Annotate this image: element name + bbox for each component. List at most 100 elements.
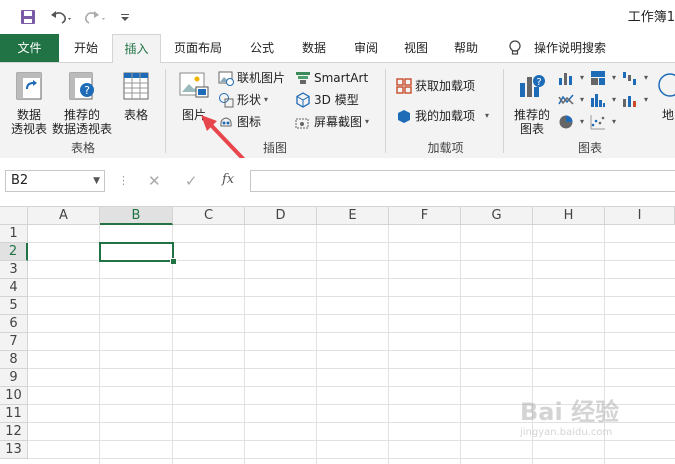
row-header[interactable]: 2 xyxy=(0,243,28,261)
column-header[interactable]: C xyxy=(173,207,245,225)
globe-icon xyxy=(656,71,675,104)
column-header[interactable]: E xyxy=(317,207,389,225)
gridline xyxy=(28,350,675,351)
table-label: 表格 xyxy=(123,108,148,122)
tab-data[interactable]: 数据 xyxy=(292,34,336,62)
column-header[interactable]: D xyxy=(245,207,317,225)
tab-help[interactable]: 帮助 xyxy=(444,34,488,62)
undo-icon[interactable] xyxy=(48,8,74,26)
scatter-chart-icon xyxy=(590,114,606,130)
my-addins-button[interactable]: 我的加载项 ▾ xyxy=(396,107,489,125)
pie-chart-button[interactable]: ▾ xyxy=(558,113,584,131)
gridline xyxy=(28,368,675,369)
column-chart-icon xyxy=(558,70,574,86)
fill-handle[interactable] xyxy=(170,258,177,265)
waterfall-chart-button[interactable]: ▾ xyxy=(622,69,648,87)
chevron-down-icon: ▾ xyxy=(612,95,617,104)
row-header[interactable]: 6 xyxy=(0,315,28,333)
redo-icon[interactable] xyxy=(82,8,108,26)
shapes-label: 形状 xyxy=(237,93,262,107)
chevron-down-icon[interactable]: ▼ xyxy=(93,171,100,191)
smartart-label: SmartArt xyxy=(314,71,369,85)
smartart-button[interactable]: SmartArt xyxy=(295,69,368,87)
column-header[interactable]: F xyxy=(389,207,461,225)
column-header[interactable]: G xyxy=(461,207,533,225)
tell-me-search[interactable]: 操作说明搜索 xyxy=(530,34,610,62)
gridline xyxy=(316,225,317,464)
baidu-watermark: Bai 经验 jingyan.baidu.com xyxy=(520,392,640,458)
column-header[interactable]: H xyxy=(533,207,605,225)
get-addins-label: 获取加载项 xyxy=(415,79,476,93)
line-chart-button[interactable]: ▾ xyxy=(558,91,584,109)
waterfall-chart-icon xyxy=(622,70,638,86)
row-header[interactable]: 8 xyxy=(0,351,28,369)
lightbulb-icon[interactable] xyxy=(505,34,525,62)
group-separator xyxy=(165,69,166,153)
confirm-icon[interactable]: ✓ xyxy=(185,172,198,190)
hierarchy-chart-button[interactable]: ▾ xyxy=(590,69,616,87)
stat-chart-button[interactable]: ▾ xyxy=(590,91,616,109)
watermark-subtext: jingyan.baidu.com xyxy=(520,427,613,438)
row-header[interactable]: 1 xyxy=(0,225,28,243)
cancel-icon[interactable]: ✕ xyxy=(148,172,161,190)
row-header[interactable]: 12 xyxy=(0,423,28,441)
screenshot-icon xyxy=(295,114,311,130)
title-bar: 工作簿1 xyxy=(0,0,675,34)
row-header[interactable]: 11 xyxy=(0,405,28,423)
table-icon xyxy=(116,71,156,104)
tab-view[interactable]: 视图 xyxy=(396,34,436,62)
more-options-icon[interactable]: ⋮ xyxy=(118,174,129,187)
svg-text:?: ? xyxy=(536,77,541,88)
tab-formulas[interactable]: 公式 xyxy=(240,34,284,62)
line-chart-icon xyxy=(558,92,574,108)
row-header[interactable]: 9 xyxy=(0,369,28,387)
recommended-pivot-button[interactable]: ? 推荐的 数据透视表 xyxy=(52,71,112,136)
tab-home[interactable]: 开始 xyxy=(63,34,109,62)
column-header[interactable]: A xyxy=(28,207,100,225)
row-header[interactable]: 3 xyxy=(0,261,28,279)
chevron-down-icon: ▾ xyxy=(580,73,585,82)
gridline xyxy=(28,386,675,387)
scatter-chart-button[interactable]: ▾ xyxy=(590,113,616,131)
tab-file[interactable]: 文件 xyxy=(0,34,59,62)
table-button[interactable]: 表格 xyxy=(116,71,156,122)
recommended-charts-button[interactable]: ? 推荐的 图表 xyxy=(510,71,554,136)
rec-pivot-label-2: 数据透视表 xyxy=(52,122,113,136)
formula-input[interactable] xyxy=(250,170,675,192)
row-header[interactable]: 5 xyxy=(0,297,28,315)
rec-pivot-label-1: 推荐的 xyxy=(63,108,100,122)
row-header[interactable]: 13 xyxy=(0,441,28,459)
pivot-label-1: 数据 xyxy=(16,108,41,122)
group-label-addins: 加载项 xyxy=(427,141,464,155)
save-icon[interactable] xyxy=(18,8,38,26)
column-header[interactable]: I xyxy=(605,207,675,225)
tab-review[interactable]: 审阅 xyxy=(344,34,388,62)
rec-charts-label-1: 推荐的 xyxy=(513,108,550,122)
name-box-value: B2 xyxy=(11,173,29,188)
row-header[interactable]: 4 xyxy=(0,279,28,297)
combo-chart-button[interactable]: ▾ xyxy=(622,91,648,109)
select-all-corner[interactable] xyxy=(0,207,28,225)
shapes-button[interactable]: 形状 ▾ xyxy=(218,91,268,109)
online-picture-label: 联机图片 xyxy=(237,71,286,85)
column-chart-button[interactable]: ▾ xyxy=(558,69,584,87)
row-header[interactable]: 10 xyxy=(0,387,28,405)
customize-qat-icon[interactable] xyxy=(118,8,132,26)
maps-button[interactable]: 地 xyxy=(656,71,675,122)
tab-insert[interactable]: 插入 xyxy=(112,34,161,64)
screenshot-button[interactable]: 屏幕截图 ▾ xyxy=(295,113,369,131)
online-picture-button[interactable]: 联机图片 xyxy=(218,69,285,87)
active-cell-b2[interactable] xyxy=(99,242,174,262)
name-box[interactable]: B2 ▼ xyxy=(5,170,105,192)
chevron-down-icon: ▾ xyxy=(580,95,585,104)
pivot-table-icon xyxy=(8,71,50,104)
worksheet-grid[interactable]: A B C D E F G H I 1 2 3 4 5 6 7 8 9 10 1… xyxy=(0,207,675,464)
3d-model-button[interactable]: 3D 模型 xyxy=(295,91,359,109)
shapes-icon xyxy=(218,92,234,108)
insert-function-icon[interactable]: fx xyxy=(222,172,234,187)
pivot-table-button[interactable]: 数据 透视表 xyxy=(8,71,50,136)
row-header[interactable]: 7 xyxy=(0,333,28,351)
tab-page-layout[interactable]: 页面布局 xyxy=(165,34,231,62)
get-addins-button[interactable]: 获取加载项 xyxy=(396,77,475,95)
column-header[interactable]: B xyxy=(100,207,173,225)
